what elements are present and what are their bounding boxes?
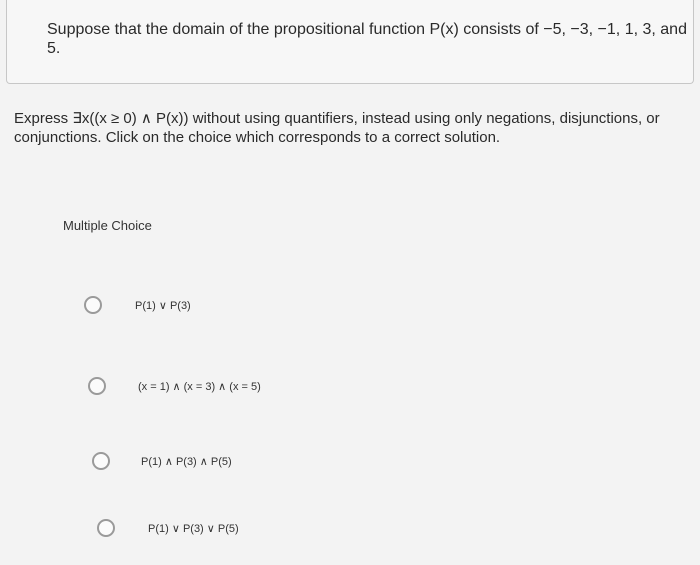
question-header-card: Suppose that the domain of the propositi… (6, 0, 694, 84)
radio-button-icon[interactable] (97, 519, 115, 537)
choice-label: P(1) ∨ P(3) ∨ P(5) (148, 522, 239, 535)
choice-label: P(1) ∧ P(3) ∧ P(5) (141, 455, 232, 468)
multiple-choice-label: Multiple Choice (63, 218, 152, 233)
question-text: Express ∃x((x ≥ 0) ∧ P(x)) without using… (14, 110, 660, 146)
radio-button-icon[interactable] (84, 296, 102, 314)
radio-button-icon[interactable] (88, 377, 106, 395)
choice-label: P(1) ∨ P(3) (135, 299, 191, 312)
choice-label: (x = 1) ∧ (x = 3) ∧ (x = 5) (138, 380, 261, 393)
choice-option-4[interactable]: P(1) ∨ P(3) ∨ P(5) (97, 519, 239, 537)
choice-option-1[interactable]: P(1) ∨ P(3) (84, 296, 191, 314)
choice-option-2[interactable]: (x = 1) ∧ (x = 3) ∧ (x = 5) (88, 377, 261, 395)
choice-option-3[interactable]: P(1) ∧ P(3) ∧ P(5) (92, 452, 232, 470)
radio-button-icon[interactable] (92, 452, 110, 470)
premise-text: Suppose that the domain of the propositi… (47, 21, 687, 57)
